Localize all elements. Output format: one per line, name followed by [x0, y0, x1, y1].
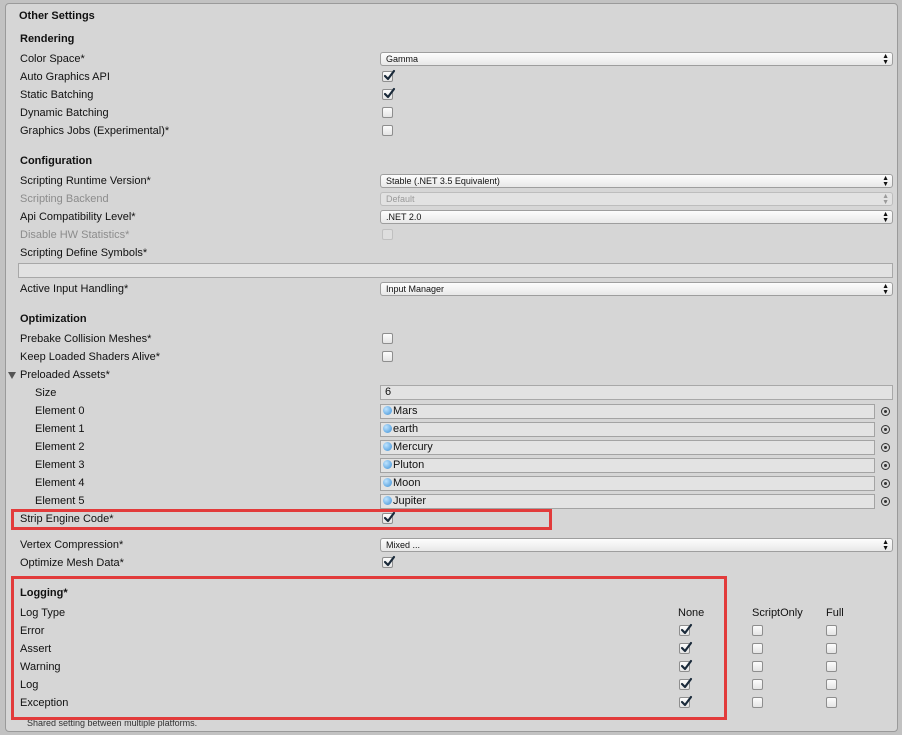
preloaded-element-label: Element 5 [35, 495, 85, 507]
asset-icon [383, 406, 392, 415]
preloaded-element-value: Moon [393, 477, 421, 489]
object-picker-icon[interactable] [881, 407, 890, 416]
scripting-backend-dropdown: Default ▲ ▼ [380, 192, 893, 206]
disable-hw-stats-checkbox [382, 229, 393, 240]
asset-icon [383, 424, 392, 433]
keep-shaders-label: Keep Loaded Shaders Alive* [20, 351, 161, 363]
preloaded-size-label: Size [35, 387, 57, 399]
preloaded-element-value: Mars [393, 405, 418, 417]
log-scriptonly-checkbox[interactable] [752, 643, 763, 654]
define-symbols-label: Scripting Define Symbols* [20, 247, 148, 259]
dynamic-batching-label: Dynamic Batching [20, 107, 109, 119]
vertex-compression-value: Mixed ... [386, 540, 421, 550]
preloaded-element-field[interactable]: Moon [380, 476, 875, 491]
highlight-box-logging [11, 576, 727, 720]
scripting-runtime-dropdown[interactable]: Stable (.NET 3.5 Equivalent) ▲ ▼ [380, 174, 893, 188]
vertex-compression-dropdown[interactable]: Mixed ... ▲ ▼ [380, 538, 893, 552]
configuration-heading: Configuration [20, 155, 93, 167]
scripting-runtime-value: Stable (.NET 3.5 Equivalent) [386, 176, 500, 186]
auto-graphics-api-label: Auto Graphics API [20, 71, 110, 83]
define-symbols-input[interactable] [18, 263, 893, 278]
checkmark-icon [383, 87, 396, 99]
dropdown-arrows-icon: ▲ ▼ [882, 193, 889, 206]
preloaded-element-field[interactable]: Mercury [380, 440, 875, 455]
checkmark-icon [383, 555, 396, 567]
log-full-checkbox[interactable] [826, 679, 837, 690]
object-picker-icon[interactable] [881, 443, 890, 452]
asset-icon [383, 478, 392, 487]
preloaded-element-value: Pluton [393, 459, 425, 471]
dropdown-arrows-icon: ▲ ▼ [882, 53, 889, 66]
dropdown-arrows-icon: ▲ ▼ [882, 175, 889, 188]
api-compat-dropdown[interactable]: .NET 2.0 ▲ ▼ [380, 210, 893, 224]
dropdown-arrows-icon: ▲ ▼ [882, 539, 889, 552]
input-handling-dropdown[interactable]: Input Manager ▲ ▼ [380, 282, 893, 296]
api-compat-value: .NET 2.0 [386, 212, 422, 222]
preloaded-element-label: Element 1 [35, 423, 85, 435]
preloaded-element-label: Element 2 [35, 441, 85, 453]
graphics-jobs-label: Graphics Jobs (Experimental)* [20, 125, 170, 137]
object-picker-icon[interactable] [881, 497, 890, 506]
log-full-checkbox[interactable] [826, 661, 837, 672]
rendering-heading: Rendering [20, 33, 75, 45]
graphics-jobs-checkbox[interactable] [382, 125, 393, 136]
highlight-box-strip-engine [11, 509, 552, 530]
dynamic-batching-checkbox[interactable] [382, 107, 393, 118]
static-batching-checkbox[interactable] [382, 87, 396, 100]
log-scriptonly-checkbox[interactable] [752, 679, 763, 690]
keep-shaders-checkbox[interactable] [382, 351, 393, 362]
checkmark-icon [383, 69, 396, 81]
preloaded-element-value: Mercury [393, 441, 433, 453]
color-space-dropdown[interactable]: Gamma ▲ ▼ [380, 52, 893, 66]
dropdown-arrows-icon: ▲ ▼ [882, 211, 889, 224]
color-space-label: Color Space* [20, 53, 85, 65]
optimization-heading: Optimization [20, 313, 87, 325]
asset-icon [383, 460, 392, 469]
preloaded-element-value: Jupiter [393, 495, 427, 507]
auto-graphics-api-checkbox[interactable] [382, 69, 396, 82]
asset-icon [383, 442, 392, 451]
prebake-label: Prebake Collision Meshes* [20, 333, 152, 345]
preloaded-assets-label[interactable]: Preloaded Assets* [20, 368, 110, 382]
vertex-compression-label: Vertex Compression* [20, 539, 124, 551]
log-full-checkbox[interactable] [826, 625, 837, 636]
preloaded-element-field[interactable]: Jupiter [380, 494, 875, 509]
dropdown-arrows-icon: ▲ ▼ [882, 283, 889, 296]
optimize-mesh-label: Optimize Mesh Data* [20, 557, 124, 569]
disable-hw-stats-label: Disable HW Statistics* [20, 229, 130, 241]
prebake-checkbox[interactable] [382, 333, 393, 344]
api-compat-label: Api Compatibility Level* [20, 211, 136, 223]
column-scriptonly-header: ScriptOnly [752, 607, 803, 619]
section-title: Other Settings [19, 10, 95, 22]
color-space-value: Gamma [386, 54, 419, 64]
preloaded-element-field[interactable]: Pluton [380, 458, 875, 473]
preloaded-element-value: earth [393, 423, 419, 435]
input-handling-label: Active Input Handling* [20, 283, 129, 295]
log-full-checkbox[interactable] [826, 643, 837, 654]
column-full-header: Full [826, 607, 844, 619]
input-handling-value: Input Manager [386, 284, 445, 294]
preloaded-element-label: Element 0 [35, 405, 85, 417]
object-picker-icon[interactable] [881, 461, 890, 470]
log-full-checkbox[interactable] [826, 697, 837, 708]
preloaded-size-input[interactable]: 6 [380, 385, 893, 400]
asset-icon [383, 496, 392, 505]
object-picker-icon[interactable] [881, 479, 890, 488]
log-scriptonly-checkbox[interactable] [752, 625, 763, 636]
log-scriptonly-checkbox[interactable] [752, 661, 763, 672]
preloaded-element-label: Element 4 [35, 477, 85, 489]
preloaded-element-label: Element 3 [35, 459, 85, 471]
log-scriptonly-checkbox[interactable] [752, 697, 763, 708]
object-picker-icon[interactable] [881, 425, 890, 434]
static-batching-label: Static Batching [20, 89, 94, 101]
preloaded-element-field[interactable]: earth [380, 422, 875, 437]
scripting-backend-label: Scripting Backend [20, 193, 109, 205]
scripting-backend-value: Default [386, 194, 415, 204]
preloaded-element-field[interactable]: Mars [380, 404, 875, 419]
optimize-mesh-checkbox[interactable] [382, 555, 396, 568]
scripting-runtime-label: Scripting Runtime Version* [20, 175, 151, 187]
foldout-arrow-icon[interactable] [8, 372, 16, 379]
